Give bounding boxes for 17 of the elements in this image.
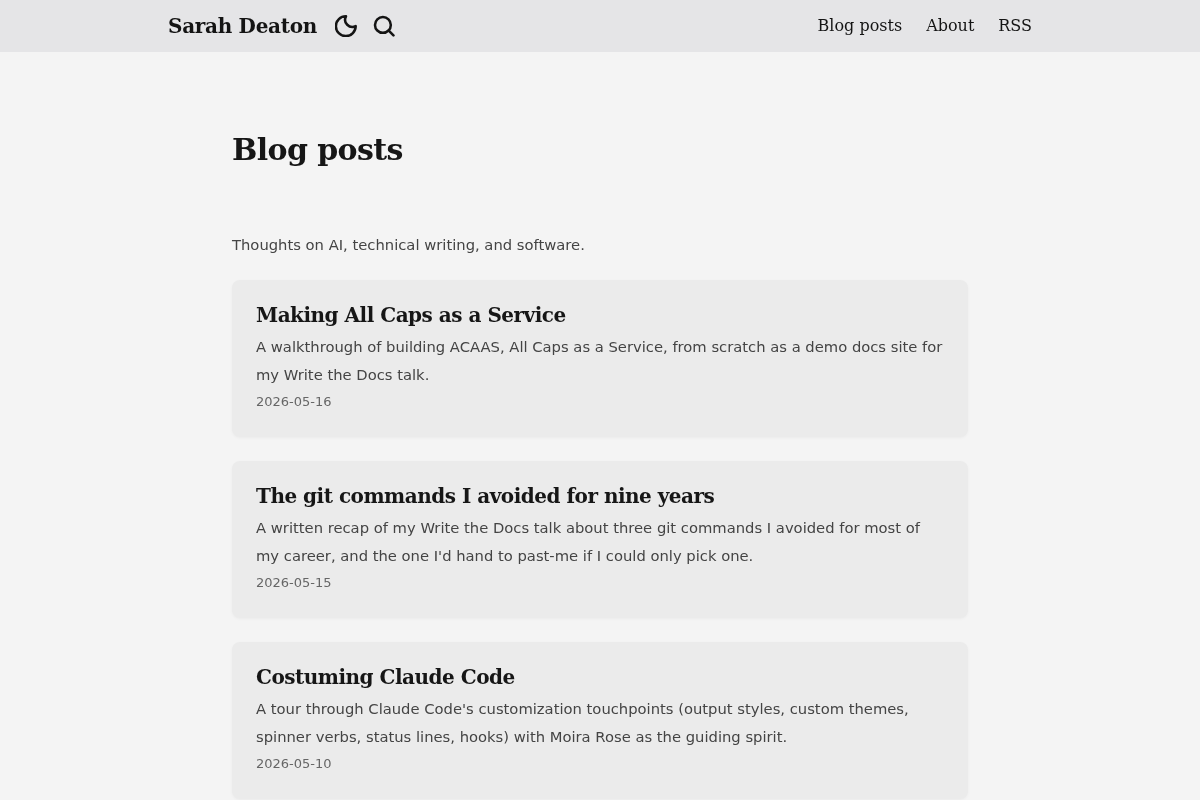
- post-summary: A written recap of my Write the Docs talk about three git commands I avoided for most of my career, and the one I'd hand to past-me if I could only pick one.: [256, 518, 922, 567]
- post-title-link[interactable]: Costuming Claude Code: [256, 664, 515, 692]
- post-title-link[interactable]: Making All Caps as a Service: [256, 302, 566, 330]
- post-date: 2026-05-10: [256, 755, 332, 774]
- page-title: Blog posts: [232, 132, 404, 168]
- post-date: 2026-05-16: [256, 393, 332, 412]
- nav-link[interactable]: Blog posts: [817, 14, 903, 38]
- post-summary: A tour through Claude Code's customization touchpoints (output styles, custom themes, spinner verbs, status lines, hooks) with Moira Rose as the guiding spirit.: [256, 699, 910, 748]
- post-summary: A walkthrough of building ACAAS, All Caps as a Service, from scratch as a demo docs site for my Write the Docs talk.: [256, 337, 944, 386]
- post-date: 2026-05-15: [256, 574, 332, 593]
- moon-icon[interactable]: [334, 15, 357, 37]
- search-icon[interactable]: [372, 15, 395, 37]
- nav-link[interactable]: About: [926, 14, 975, 38]
- site-title-link[interactable]: Sarah Deaton: [168, 11, 317, 41]
- nav-link[interactable]: RSS: [998, 14, 1032, 38]
- post-title-link[interactable]: The git commands I avoided for nine years: [256, 483, 715, 511]
- page-intro-text: Thoughts on AI, technical writing, and software.: [232, 235, 586, 255]
